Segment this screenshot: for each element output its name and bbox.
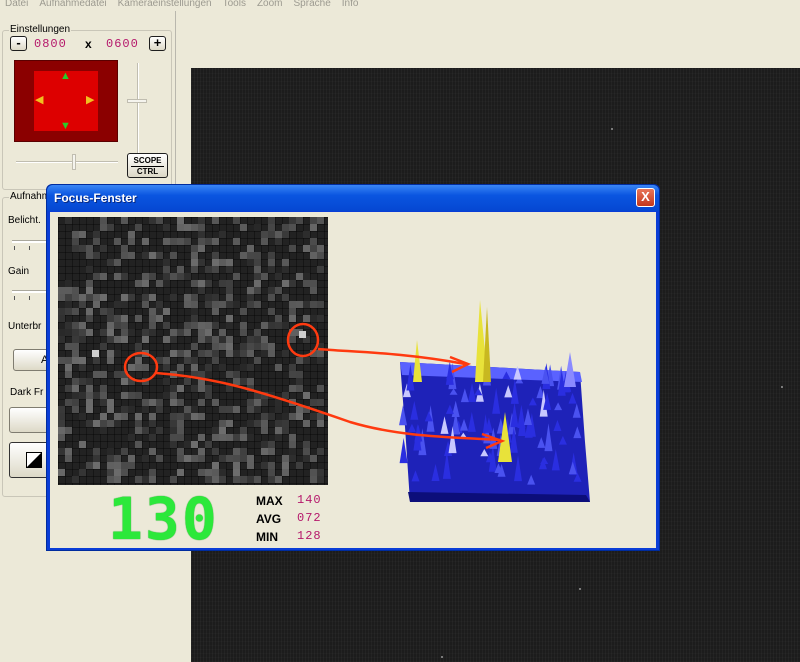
horizontal-slider-thumb[interactable] <box>72 154 76 170</box>
menu-kameraeinstellungen[interactable]: Kameraeinstellungen <box>118 0 212 9</box>
star-speck <box>441 656 443 658</box>
gain-label: Gain <box>8 266 30 277</box>
invert-button[interactable] <box>9 442 49 478</box>
avg-label: AVG <box>256 512 282 526</box>
arrow-left-icon[interactable]: ◀ <box>35 95 43 106</box>
annotation-circle-right <box>286 322 320 358</box>
menu-info[interactable]: Info <box>342 0 359 9</box>
scope-ctrl-button[interactable]: SCOPE CTRL <box>127 153 168 178</box>
arrow-down-icon[interactable]: ▼ <box>60 121 71 132</box>
focus-value-display: 130 <box>108 485 219 553</box>
star-speck <box>611 128 613 130</box>
dark-frame-label: Dark Fr <box>10 387 44 398</box>
surface-plot <box>399 300 590 502</box>
dark-frame-button[interactable] <box>9 407 49 433</box>
interrupt-label: Unterbr <box>8 321 42 332</box>
star-speck <box>579 588 581 590</box>
settings-group-title: Einstellungen <box>9 24 72 35</box>
max-label: MAX <box>256 494 283 508</box>
gain-ticks <box>14 296 30 300</box>
width-value: 0800 <box>34 37 67 51</box>
min-label: MIN <box>256 530 278 544</box>
scope-label: SCOPE <box>133 156 162 165</box>
contrast-icon <box>26 452 42 468</box>
horizontal-position-slider[interactable] <box>16 161 118 163</box>
menu-aufnahmedatei[interactable]: Aufnahmedatei <box>39 0 106 9</box>
ctrl-label: CTRL <box>136 167 159 176</box>
arrow-right-icon[interactable]: ▶ <box>86 95 94 106</box>
exposure-ticks <box>14 246 30 250</box>
menu-zoom[interactable]: Zoom <box>257 0 283 9</box>
min-value: 128 <box>297 529 322 543</box>
annotation-arrow-upper <box>317 347 466 366</box>
height-value: 0600 <box>106 37 139 51</box>
increase-size-button[interactable]: + <box>149 36 166 51</box>
menu-sprache[interactable]: Sprache <box>294 0 331 9</box>
focus-window-title: Focus-Fenster <box>54 191 137 205</box>
roi-selection[interactable]: ▲ ▼ ◀ ▶ <box>34 71 98 132</box>
vertical-slider-thumb[interactable] <box>127 99 147 103</box>
exposure-label: Belicht. <box>8 215 41 226</box>
focus-value: 130 <box>108 485 219 553</box>
menu-datei[interactable]: Datei <box>5 0 28 9</box>
focus-window-titlebar[interactable]: Focus-Fenster X <box>47 185 659 211</box>
decrease-size-button[interactable]: - <box>10 36 27 51</box>
roi-frame[interactable]: ▲ ▼ ◀ ▶ <box>14 60 118 142</box>
surface-peak-3 <box>413 340 422 382</box>
annotation-circle-left <box>123 351 159 383</box>
size-separator: x <box>85 37 92 51</box>
star-speck <box>781 386 783 388</box>
capture-group-title: Aufnahm <box>9 191 52 202</box>
arrow-up-icon[interactable]: ▲ <box>60 71 71 82</box>
max-value: 140 <box>297 493 322 507</box>
menu-tools[interactable]: Tools <box>223 0 246 9</box>
close-icon[interactable]: X <box>636 188 655 207</box>
focus-window: Focus-Fenster X 130 MAX 140 AVG 072 MIN … <box>46 184 660 551</box>
surface-peak-5 <box>564 352 576 387</box>
avg-value: 072 <box>297 511 322 525</box>
menu-bar: Datei Aufnahmedatei Kameraeinstellungen … <box>0 0 800 11</box>
focus-window-content: 130 MAX 140 AVG 072 MIN 128 <box>50 212 656 548</box>
vertical-position-slider[interactable] <box>137 63 139 153</box>
